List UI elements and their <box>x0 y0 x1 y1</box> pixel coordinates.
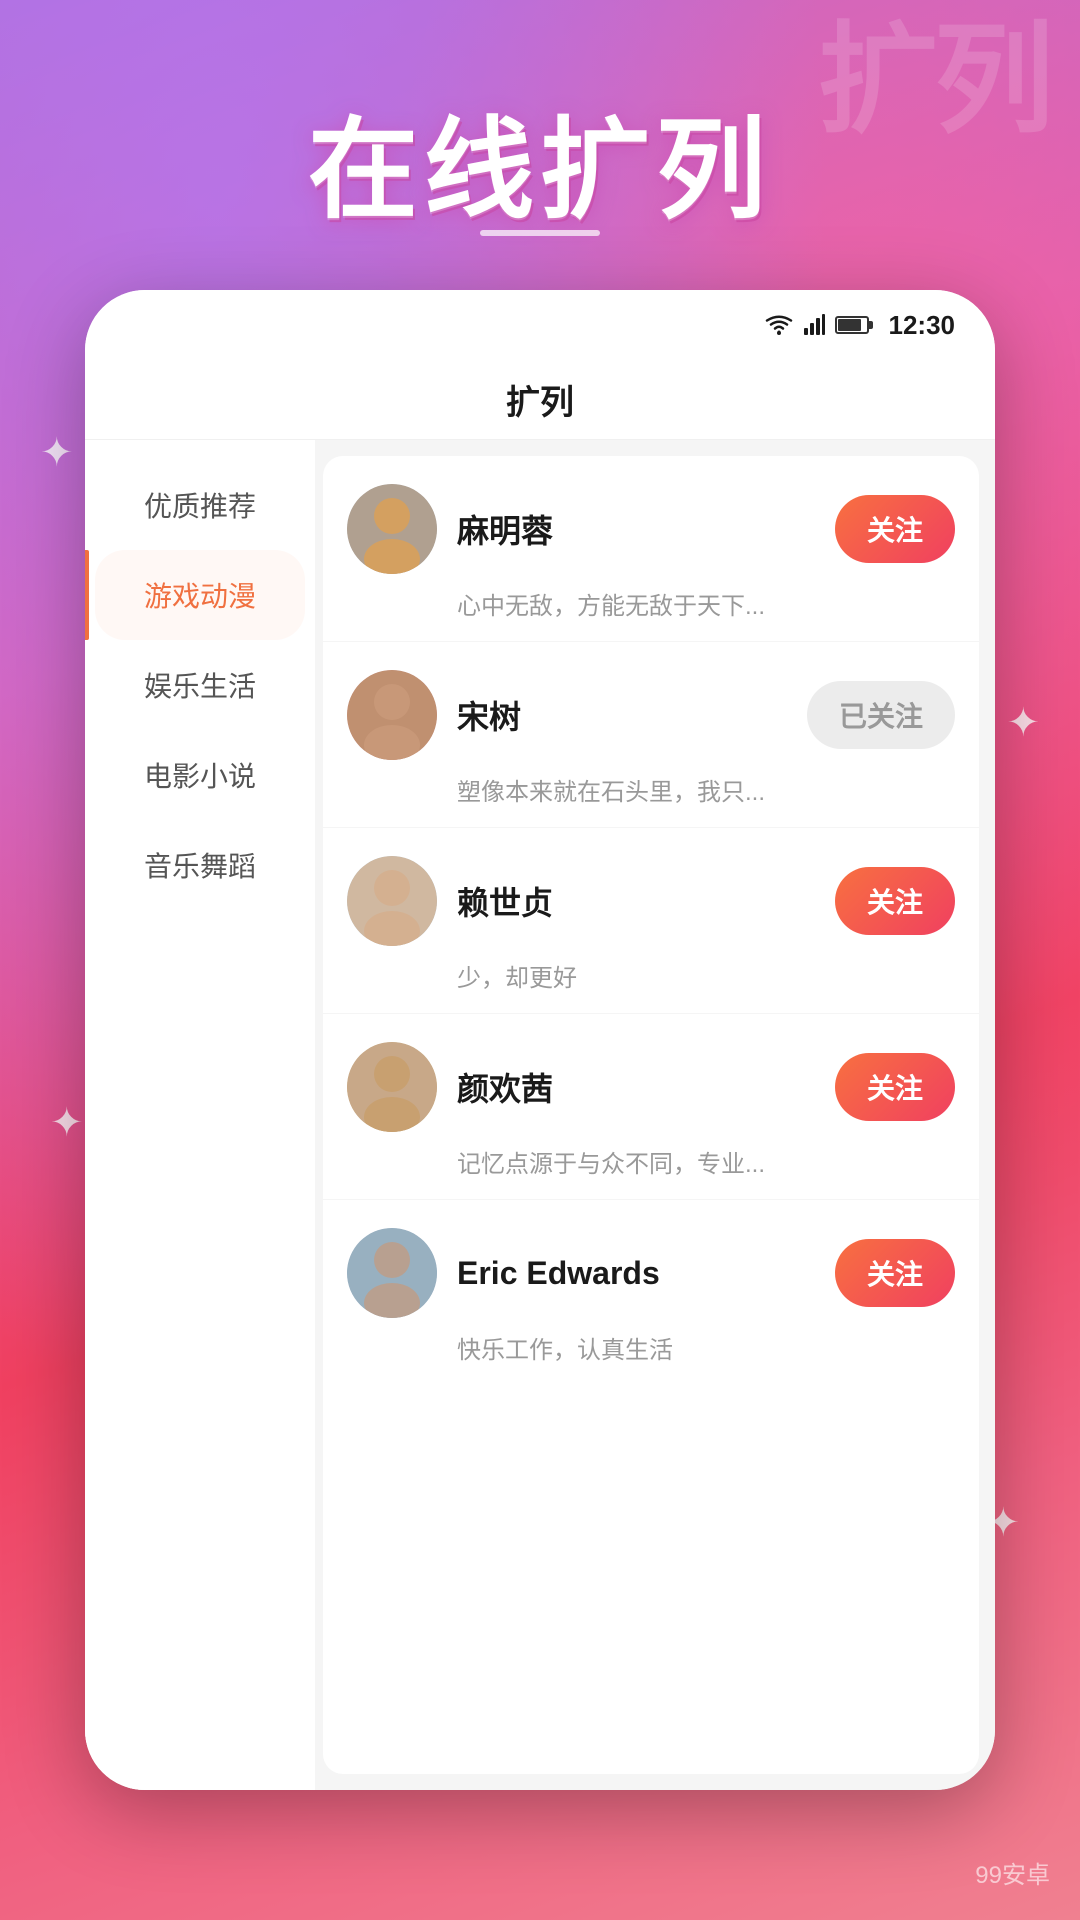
status-icons <box>765 314 869 336</box>
follow-button-3[interactable]: 关注 <box>835 1053 955 1121</box>
user-bio-1: 塑像本来就在石头里，我只... <box>457 772 955 807</box>
user-name-4: Eric Edwards <box>457 1255 815 1292</box>
battery-fill <box>838 319 862 331</box>
user-name-2: 赖世贞 <box>457 878 815 924</box>
user-bio-4: 快乐工作，认真生活 <box>457 1330 955 1365</box>
user-top: 麻明蓉 关注 <box>347 484 955 574</box>
page-header: 扩列 <box>85 360 995 440</box>
page-title: 扩列 <box>506 375 574 424</box>
user-top: 赖世贞 关注 <box>347 856 955 946</box>
title-divider <box>480 230 600 236</box>
sidebar-item-quality[interactable]: 优质推荐 <box>85 460 315 550</box>
sidebar-item-entertainment[interactable]: 娱乐生活 <box>85 640 315 730</box>
user-card-4: Eric Edwards 关注 快乐工作，认真生活 <box>323 1200 979 1385</box>
main-title: 在线扩列 <box>0 80 1080 240</box>
sparkle-2: ✦ <box>1006 700 1040 746</box>
follow-button-1[interactable]: 已关注 <box>807 681 955 749</box>
user-name-1: 宋树 <box>457 692 787 738</box>
status-time: 12:30 <box>889 310 956 341</box>
sidebar: 优质推荐 游戏动漫 娱乐生活 电影小说 音乐舞蹈 <box>85 440 315 1790</box>
user-name-3: 颜欢茜 <box>457 1064 815 1110</box>
avatar-0 <box>347 484 437 574</box>
sidebar-item-music[interactable]: 音乐舞蹈 <box>85 820 315 910</box>
user-card-2: 赖世贞 关注 少，却更好 <box>323 828 979 1014</box>
bottom-watermark: 99安卓 <box>975 1855 1050 1890</box>
user-list: 麻明蓉 关注 心中无敌，方能无敌于天下... 宋树 已关注 塑像本来就在石头里，… <box>323 456 979 1774</box>
sidebar-item-game[interactable]: 游戏动漫 <box>95 550 305 640</box>
user-card-1: 宋树 已关注 塑像本来就在石头里，我只... <box>323 642 979 828</box>
user-top: 颜欢茜 关注 <box>347 1042 955 1132</box>
follow-button-2[interactable]: 关注 <box>835 867 955 935</box>
follow-button-0[interactable]: 关注 <box>835 495 955 563</box>
user-card-0: 麻明蓉 关注 心中无敌，方能无敌于天下... <box>323 456 979 642</box>
sparkle-3: ✦ <box>50 1100 84 1146</box>
user-bio-0: 心中无敌，方能无敌于天下... <box>457 586 955 621</box>
user-top: Eric Edwards 关注 <box>347 1228 955 1318</box>
phone-frame: 12:30 扩列 优质推荐 游戏动漫 娱乐生活 电影小说 音乐舞蹈 <box>85 290 995 1790</box>
user-top: 宋树 已关注 <box>347 670 955 760</box>
wifi-icon <box>765 314 793 336</box>
avatar-2 <box>347 856 437 946</box>
avatar-3 <box>347 1042 437 1132</box>
content-area: 优质推荐 游戏动漫 娱乐生活 电影小说 音乐舞蹈 <box>85 440 995 1790</box>
sparkle-1: ✦ <box>40 430 74 476</box>
battery-icon <box>835 316 869 334</box>
status-bar: 12:30 <box>85 290 995 360</box>
follow-button-4[interactable]: 关注 <box>835 1239 955 1307</box>
user-name-0: 麻明蓉 <box>457 506 815 552</box>
sidebar-item-movie[interactable]: 电影小说 <box>85 730 315 820</box>
avatar-4 <box>347 1228 437 1318</box>
user-card-3: 颜欢茜 关注 记忆点源于与众不同，专业... <box>323 1014 979 1200</box>
signal-icon <box>803 314 825 336</box>
user-bio-2: 少，却更好 <box>457 958 955 993</box>
user-bio-3: 记忆点源于与众不同，专业... <box>457 1144 955 1179</box>
avatar-1 <box>347 670 437 760</box>
